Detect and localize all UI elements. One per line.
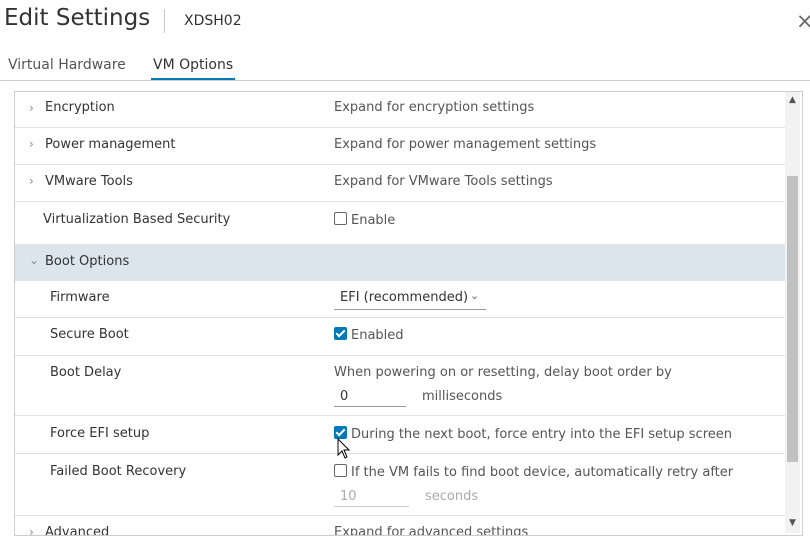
chevron-right-icon[interactable]: › bbox=[29, 525, 34, 535]
boot-delay-unit: milliseconds bbox=[422, 389, 503, 404]
row-vbs: Virtualization Based Security Enable bbox=[15, 202, 785, 245]
row-advanced[interactable]: › Advanced Expand for advanced settings bbox=[15, 516, 785, 536]
vm-options-panel: › Encryption Expand for encryption setti… bbox=[14, 91, 803, 536]
tab-virtual-hardware[interactable]: Virtual Hardware bbox=[8, 57, 126, 73]
vm-name: XDSH02 bbox=[184, 13, 242, 29]
vmware-tools-value: Expand for VMware Tools settings bbox=[334, 174, 553, 189]
scrollbar-thumb[interactable] bbox=[787, 176, 798, 462]
chevron-right-icon[interactable]: › bbox=[29, 101, 34, 115]
vbs-checkbox[interactable] bbox=[334, 212, 347, 225]
force-efi-checkbox-label: During the next boot, force entry into t… bbox=[351, 427, 732, 442]
chevron-right-icon[interactable]: › bbox=[29, 174, 34, 188]
failed-boot-retry-value: 10 bbox=[340, 489, 357, 504]
vbs-checkbox-group: Enable bbox=[334, 212, 395, 228]
row-secure-boot: Secure Boot Enabled bbox=[15, 318, 785, 356]
failed-boot-label: Failed Boot Recovery bbox=[50, 464, 187, 479]
vmware-tools-label: VMware Tools bbox=[45, 174, 133, 189]
mouse-cursor-icon bbox=[337, 438, 351, 459]
secure-boot-label: Secure Boot bbox=[50, 327, 129, 342]
boot-delay-value: 0 bbox=[340, 389, 349, 404]
row-force-efi: Force EFI setup During the next boot, fo… bbox=[15, 416, 785, 454]
row-encryption[interactable]: › Encryption Expand for encryption setti… bbox=[15, 92, 785, 128]
encryption-value: Expand for encryption settings bbox=[334, 100, 535, 115]
encryption-label: Encryption bbox=[45, 100, 115, 115]
power-management-label: Power management bbox=[45, 137, 176, 152]
tabs-divider bbox=[0, 80, 810, 81]
tab-vm-options[interactable]: VM Options bbox=[153, 57, 233, 73]
vbs-label: Virtualization Based Security bbox=[43, 212, 231, 227]
scroll-up-icon[interactable]: ▲ bbox=[789, 95, 796, 105]
close-icon[interactable]: × bbox=[796, 10, 810, 32]
boot-options-label: Boot Options bbox=[45, 254, 130, 269]
firmware-selected-value: EFI (recommended) bbox=[340, 290, 469, 305]
row-firmware: Firmware EFI (recommended) ⌄ bbox=[15, 281, 785, 318]
row-boot-options[interactable]: ⌄ Boot Options bbox=[15, 245, 785, 281]
chevron-right-icon[interactable]: › bbox=[29, 137, 34, 151]
advanced-label: Advanced bbox=[45, 525, 110, 536]
chevron-down-icon: ⌄ bbox=[470, 289, 480, 302]
chevron-down-icon[interactable]: ⌄ bbox=[29, 253, 39, 267]
failed-boot-retry-input[interactable]: 10 bbox=[334, 486, 409, 507]
vbs-checkbox-label: Enable bbox=[351, 213, 396, 228]
row-vmware-tools[interactable]: › VMware Tools Expand for VMware Tools s… bbox=[15, 165, 785, 202]
title-divider bbox=[164, 9, 165, 33]
force-efi-checkbox-group: During the next boot, force entry into t… bbox=[334, 426, 732, 442]
power-management-value: Expand for power management settings bbox=[334, 137, 597, 152]
force-efi-label: Force EFI setup bbox=[50, 426, 150, 441]
advanced-value: Expand for advanced settings bbox=[334, 525, 529, 536]
secure-boot-checkbox-group: Enabled bbox=[334, 327, 404, 343]
failed-boot-checkbox-group: If the VM fails to find boot device, aut… bbox=[334, 464, 733, 480]
scroll-down-icon[interactable]: ▼ bbox=[789, 518, 796, 528]
secure-boot-checkbox[interactable] bbox=[334, 327, 347, 340]
row-boot-delay: Boot Delay When powering on or resetting… bbox=[15, 356, 785, 416]
row-power-management[interactable]: › Power management Expand for power mana… bbox=[15, 128, 785, 165]
firmware-select[interactable]: EFI (recommended) ⌄ bbox=[334, 289, 486, 310]
boot-delay-input[interactable]: 0 bbox=[334, 386, 406, 407]
boot-delay-label: Boot Delay bbox=[50, 365, 122, 380]
failed-boot-checkbox[interactable] bbox=[334, 464, 347, 477]
row-failed-boot-recovery: Failed Boot Recovery If the VM fails to … bbox=[15, 454, 785, 516]
failed-boot-checkbox-label: If the VM fails to find boot device, aut… bbox=[351, 465, 734, 480]
firmware-label: Firmware bbox=[50, 290, 110, 305]
failed-boot-retry-unit: seconds bbox=[425, 489, 479, 504]
boot-delay-description: When powering on or resetting, delay boo… bbox=[334, 365, 672, 380]
secure-boot-checkbox-label: Enabled bbox=[351, 328, 404, 343]
dialog-title: Edit Settings bbox=[4, 5, 151, 31]
